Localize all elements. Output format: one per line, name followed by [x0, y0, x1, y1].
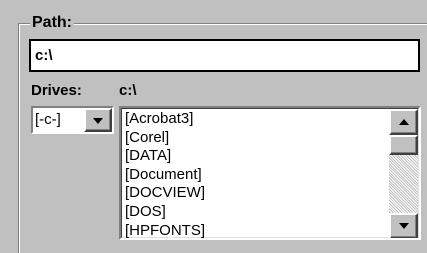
drives-label: Drives:: [31, 82, 82, 99]
arrow-down-icon: [399, 223, 409, 229]
vertical-scrollbar[interactable]: [389, 109, 418, 238]
drive-dropdown-button[interactable]: [84, 108, 112, 132]
list-item[interactable]: [HPFONTS]: [125, 222, 390, 238]
scroll-down-button[interactable]: [389, 213, 418, 238]
list-item[interactable]: [Corel]: [125, 129, 390, 148]
drive-select[interactable]: [-c-]: [31, 106, 114, 134]
path-field[interactable]: c:\: [29, 39, 420, 72]
path-group-label: Path:: [30, 14, 74, 32]
arrow-up-icon: [399, 119, 409, 125]
directory-list[interactable]: [Acrobat3] [Corel] [DATA] [Document] [DO…: [119, 106, 421, 240]
scroll-thumb[interactable]: [389, 135, 418, 155]
directory-items: [Acrobat3] [Corel] [DATA] [Document] [DO…: [125, 110, 390, 238]
drive-selected-value: [-c-]: [35, 111, 61, 128]
current-directory-label: c:\: [119, 82, 137, 99]
list-item[interactable]: [DATA]: [125, 147, 390, 166]
scroll-up-button[interactable]: [389, 109, 418, 135]
list-item[interactable]: [Acrobat3]: [125, 110, 390, 129]
chevron-down-icon: [93, 118, 103, 124]
list-item[interactable]: [DOS]: [125, 203, 390, 222]
list-item[interactable]: [Document]: [125, 166, 390, 185]
directory-list-inner: [Acrobat3] [Corel] [DATA] [Document] [DO…: [121, 108, 419, 238]
list-item[interactable]: [DOCVIEW]: [125, 184, 390, 203]
